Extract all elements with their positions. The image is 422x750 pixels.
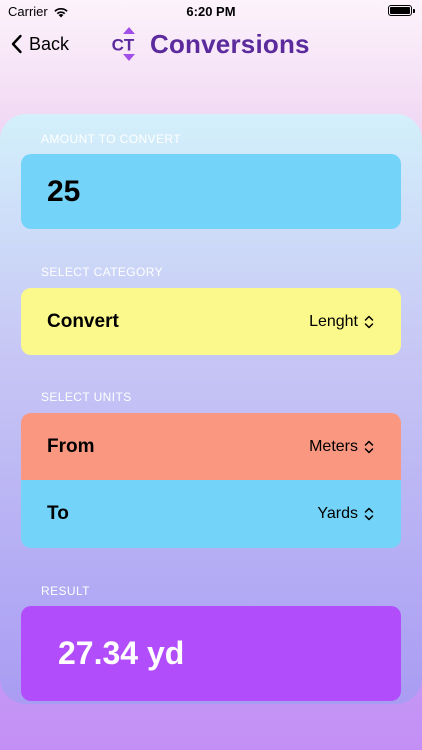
back-button[interactable]: Back (10, 30, 69, 58)
from-unit-picker[interactable]: From Meters (21, 413, 401, 480)
chevron-up-down-icon (364, 507, 374, 521)
category-selected-value: Lenght (309, 312, 358, 330)
chevron-left-icon (11, 34, 22, 54)
amount-input[interactable]: 25 (21, 154, 401, 229)
navigation-bar: Back CT Conversions (0, 24, 422, 68)
from-selected-value: Meters (309, 437, 358, 455)
from-row-label: From (47, 435, 95, 457)
units-section-label: SELECT UNITS (41, 390, 132, 404)
nav-title-group: CT Conversions (106, 24, 310, 64)
chevron-up-down-icon (364, 440, 374, 453)
status-time: 6:20 PM (186, 4, 236, 19)
back-label: Back (29, 33, 70, 54)
logo-text: CT (112, 36, 135, 55)
amount-section-label: AMOUNT TO CONVERT (41, 132, 181, 146)
to-unit-picker[interactable]: To Yards (21, 480, 401, 548)
to-selected-value: Yards (317, 505, 358, 522)
category-section-label: SELECT CATEGORY (41, 265, 164, 279)
category-selected: Lenght (309, 313, 374, 331)
battery-icon (388, 5, 415, 16)
result-section-label: RESULT (41, 584, 90, 598)
app-logo-icon: CT (112, 27, 135, 61)
from-selected: Meters (309, 438, 374, 456)
to-selected: Yards (317, 505, 374, 523)
category-row-label: Convert (47, 310, 119, 332)
page-title: Conversions (150, 28, 310, 59)
chevron-up-down-icon (364, 315, 374, 328)
status-bar: Carrier 6:20 PM (0, 0, 422, 24)
result-value: 27.34 yd (21, 606, 401, 701)
category-picker[interactable]: Convert Lenght (21, 288, 401, 355)
to-row-label: To (47, 503, 69, 524)
